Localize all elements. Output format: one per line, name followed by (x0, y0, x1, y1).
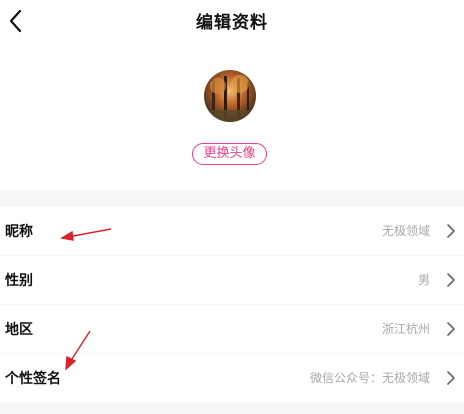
row-signature[interactable]: 个性签名 微信公众号：无极领域 (0, 354, 464, 402)
row-value: 无极领域 (381, 224, 430, 238)
row-label: 地区 (5, 322, 33, 338)
page-title: 编辑资料 (196, 13, 268, 33)
change-avatar-button[interactable]: 更换头像 (192, 143, 267, 165)
row-label: 性别 (5, 273, 33, 289)
row-label: 个性签名 (5, 371, 61, 387)
row-gender[interactable]: 性别 男 (0, 256, 464, 304)
avatar[interactable] (204, 70, 256, 122)
row-value: 男 (417, 273, 430, 287)
top-bar: 编辑资料 (0, 0, 464, 44)
chevron-right-icon (447, 322, 455, 336)
chevron-right-icon (447, 273, 455, 287)
chevron-right-icon (447, 371, 455, 385)
row-label: 昵称 (5, 224, 33, 240)
avatar-image (204, 70, 256, 122)
chevron-right-icon (447, 224, 455, 238)
row-nickname[interactable]: 昵称 无极领域 (0, 207, 464, 255)
row-region[interactable]: 地区 浙江杭州 (0, 305, 464, 353)
row-value: 浙江杭州 (381, 322, 430, 336)
profile-list: 昵称 无极领域 性别 男 地区 浙江杭州 个性签名 微信公众号：无极领域 (0, 190, 464, 414)
row-value: 微信公众号：无极领域 (309, 371, 430, 385)
